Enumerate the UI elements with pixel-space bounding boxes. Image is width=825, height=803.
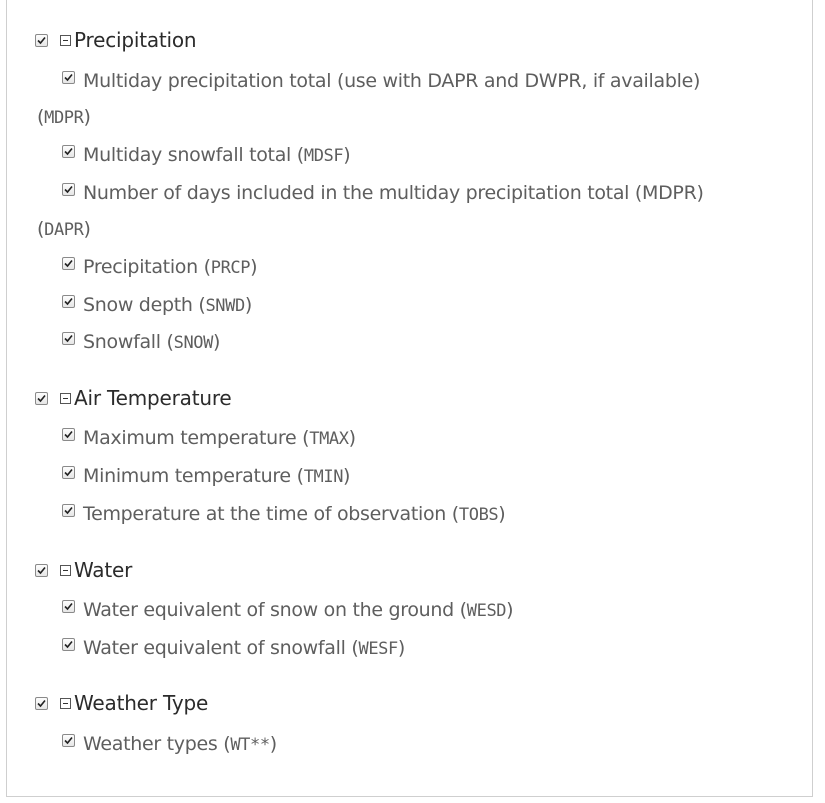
item-code: WESF	[358, 639, 398, 659]
tree-item-wt: Weather types (WT**)	[60, 726, 780, 763]
tree-item-tmin: Minimum temperature (TMIN)	[60, 458, 780, 495]
item-code: TMIN	[303, 467, 344, 487]
item-code: DAPR	[44, 220, 84, 240]
item-label: Precipitation	[83, 256, 198, 278]
group-header-precipitation: Precipitation	[35, 27, 197, 53]
checkbox-checked-icon[interactable]	[62, 600, 75, 613]
tree-item-mdpr: Multiday precipitation total (use with D…	[37, 70, 701, 128]
checkbox-checked-icon[interactable]	[62, 71, 75, 84]
tree-item-dapr: Number of days included in the multiday …	[37, 182, 704, 240]
checkbox-checked-icon[interactable]	[62, 466, 75, 479]
item-code: SNOW	[173, 333, 214, 353]
group-label: Weather Type	[74, 691, 209, 715]
group-label: Precipitation	[74, 28, 197, 52]
item-label: Minimum temperature	[83, 465, 291, 487]
item-label: Maximum temperature	[83, 427, 297, 449]
item-code: WT**	[230, 735, 270, 755]
checkbox-checked-icon[interactable]	[62, 504, 75, 517]
tree-item-prcp: Precipitation (PRCP)	[60, 249, 780, 286]
collapse-toggle-icon[interactable]	[60, 564, 71, 576]
checkbox-checked-icon[interactable]	[35, 563, 48, 577]
checkbox-checked-icon[interactable]	[35, 391, 48, 405]
datatype-tree-panel: Precipitation Multiday precipitation tot…	[6, 0, 813, 797]
item-label: Number of days included in the multiday …	[83, 182, 704, 204]
item-code: PRCP	[210, 258, 251, 278]
item-code: TOBS	[458, 505, 499, 525]
item-code: MDSF	[303, 146, 344, 166]
checkbox-checked-icon[interactable]	[62, 295, 75, 308]
item-label: Weather types	[83, 733, 218, 755]
tree-item-mdsf: Multiday snowfall total (MDSF)	[60, 137, 780, 174]
item-code: SNWD	[205, 296, 245, 316]
item-label: Multiday snowfall total	[83, 144, 292, 166]
checkbox-checked-icon[interactable]	[62, 332, 75, 345]
checkbox-checked-icon[interactable]	[62, 145, 75, 158]
collapse-toggle-icon[interactable]	[60, 392, 71, 404]
tree-item-snow: Snowfall (SNOW)	[60, 324, 780, 361]
item-code: TMAX	[309, 429, 349, 449]
collapse-toggle-icon[interactable]	[60, 697, 71, 709]
group-header-weather-type: Weather Type	[35, 690, 208, 716]
checkbox-checked-icon[interactable]	[62, 428, 75, 441]
checkbox-checked-icon[interactable]	[62, 638, 75, 651]
checkbox-checked-icon[interactable]	[62, 734, 75, 747]
item-label: Temperature at the time of observation	[83, 503, 447, 525]
tree-item-snwd: Snow depth (SNWD)	[60, 287, 780, 324]
item-code: WESD	[466, 601, 507, 621]
item-label: Snow depth	[83, 294, 193, 316]
checkbox-checked-icon[interactable]	[62, 183, 75, 196]
group-label: Water	[74, 558, 133, 582]
item-label: Water equivalent of snowfall	[83, 637, 346, 659]
checkbox-checked-icon[interactable]	[62, 257, 75, 270]
group-label: Air Temperature	[74, 386, 232, 410]
collapse-toggle-icon[interactable]	[60, 34, 71, 46]
group-header-water: Water	[35, 557, 132, 583]
group-header-air-temperature: Air Temperature	[35, 385, 232, 411]
tree-item-wesf: Water equivalent of snowfall (WESF)	[60, 630, 780, 667]
item-label: Snowfall	[83, 331, 161, 353]
item-label: Water equivalent of snow on the ground	[83, 599, 454, 621]
tree-item-wesd: Water equivalent of snow on the ground (…	[60, 592, 780, 629]
tree-item-tobs: Temperature at the time of observation (…	[60, 496, 780, 533]
tree-item-tmax: Maximum temperature (TMAX)	[60, 420, 780, 457]
checkbox-checked-icon[interactable]	[35, 696, 48, 710]
item-code: MDPR	[44, 108, 84, 128]
checkbox-checked-icon[interactable]	[35, 33, 48, 47]
item-label: Multiday precipitation total (use with D…	[83, 70, 701, 92]
